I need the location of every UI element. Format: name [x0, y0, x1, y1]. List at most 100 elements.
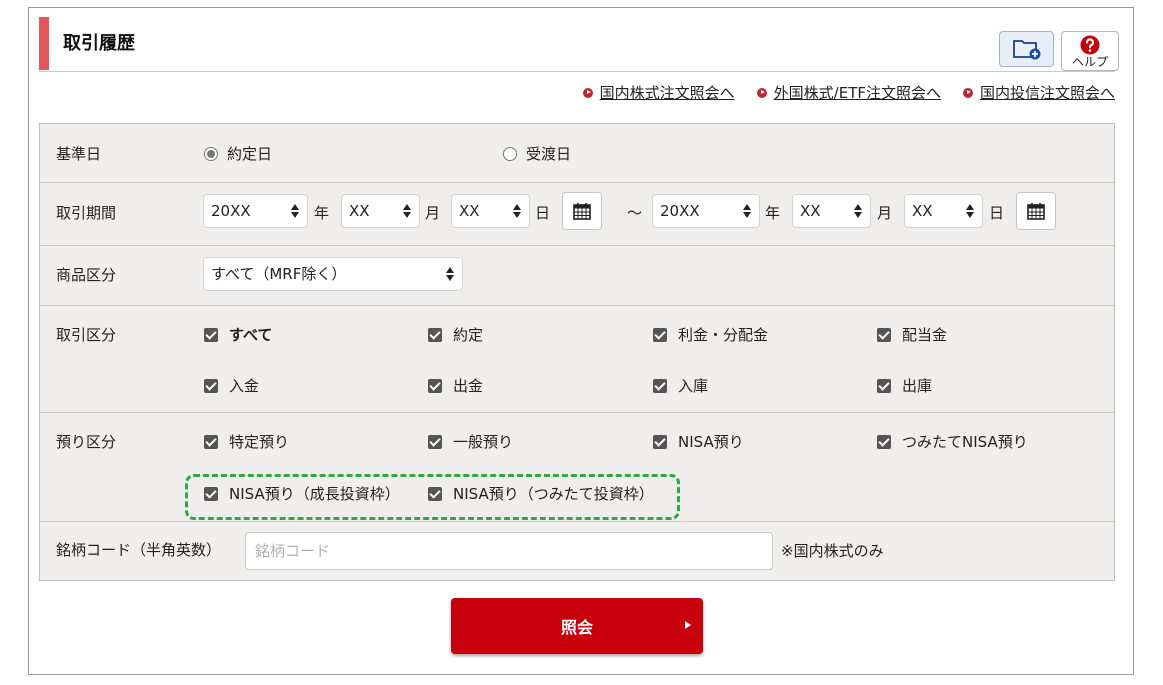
to-year-select[interactable]: 20XX — [652, 194, 760, 228]
checkbox-checked[interactable] — [204, 434, 218, 449]
link-label: 外国株式/ETF注文照会へ — [773, 84, 941, 102]
to-day-select[interactable]: XX — [904, 194, 983, 228]
submit-label: 照会 — [560, 618, 593, 637]
play-arrow-icon — [685, 621, 691, 629]
row-trade-type: 取引区分 すべて 約定 利金・分配金 配当金 入金 出金 入庫 出庫 — [40, 305, 1114, 413]
year-unit: 年 — [314, 204, 330, 222]
page-title: 取引履歴 — [63, 33, 135, 54]
checkbox-checked[interactable] — [428, 378, 442, 393]
select-arrows-icon — [513, 203, 522, 219]
check-deposit-general[interactable]: 一般預り — [428, 431, 513, 452]
radio-trade-date[interactable]: 約定日 — [204, 143, 272, 164]
select-value: すべて（MRF除く） — [211, 265, 347, 283]
select-arrows-icon — [403, 203, 412, 219]
select-arrows-icon — [446, 266, 455, 282]
day-unit: 日 — [989, 204, 1005, 222]
radio-label: 受渡日 — [526, 145, 572, 163]
row-period: 取引期間 20XX 年 XX 月 XX 日 ～ 20XX 年 XX 月 XX 日 — [40, 182, 1114, 246]
add-folder-button[interactable] — [999, 31, 1054, 67]
checkbox-label: 配当金 — [902, 326, 948, 344]
check-trade-withdrawal[interactable]: 出金 — [428, 375, 483, 396]
from-month-select[interactable]: XX — [341, 194, 420, 228]
check-trade-deposit[interactable]: 入金 — [204, 375, 259, 396]
check-trade-all[interactable]: すべて — [204, 324, 272, 345]
checkbox-checked[interactable] — [204, 327, 218, 342]
day-unit: 日 — [535, 204, 551, 222]
code-label: 銘柄コード（半角英数） — [56, 541, 222, 559]
check-trade-interest[interactable]: 利金・分配金 — [653, 324, 768, 345]
checkbox-checked[interactable] — [877, 327, 891, 342]
title-bar: 取引履歴 ヘルプ — [39, 17, 1119, 72]
from-calendar-button[interactable] — [562, 192, 602, 230]
select-arrows-icon — [743, 203, 752, 219]
link-label: 国内株式注文照会へ — [599, 84, 735, 102]
radio-label: 約定日 — [227, 145, 273, 163]
check-trade-inbound[interactable]: 入庫 — [653, 375, 708, 396]
row-code: 銘柄コード（半角英数） ※国内株式のみ — [40, 521, 1114, 580]
radio-settlement-date[interactable]: 受渡日 — [503, 143, 571, 164]
check-deposit-specific[interactable]: 特定預り — [204, 431, 289, 452]
select-value: 20XX — [660, 202, 700, 220]
checkbox-label: 特定預り — [229, 433, 290, 451]
inquiry-submit-button[interactable]: 照会 — [451, 598, 703, 654]
help-button[interactable]: ヘルプ — [1061, 31, 1119, 71]
period-separator: ～ — [627, 204, 643, 222]
select-value: XX — [912, 202, 933, 220]
checkbox-label: 約定 — [453, 326, 484, 344]
year-unit: 年 — [765, 204, 781, 222]
radio-button[interactable] — [503, 146, 517, 161]
deposit-type-label: 預り区分 — [56, 433, 117, 451]
calendar-icon — [1027, 203, 1045, 220]
checkbox-label: 出庫 — [902, 377, 933, 395]
link-label: 国内投信注文照会へ — [979, 84, 1115, 102]
checkbox-checked[interactable] — [428, 434, 442, 449]
link-foreign-stock-orders[interactable]: 外国株式/ETF注文照会へ — [756, 82, 941, 103]
month-unit: 月 — [425, 204, 441, 222]
check-trade-outbound[interactable]: 出庫 — [877, 375, 932, 396]
select-value: XX — [349, 202, 370, 220]
checkbox-checked[interactable] — [653, 434, 667, 449]
checkbox-label: すべて — [229, 326, 273, 344]
arrow-circle-icon — [582, 87, 593, 98]
checkbox-checked[interactable] — [877, 378, 891, 393]
to-month-select[interactable]: XX — [792, 194, 871, 228]
product-label: 商品区分 — [56, 266, 117, 284]
code-input[interactable] — [245, 532, 773, 570]
checkbox-label: NISA預り — [678, 433, 744, 451]
product-select[interactable]: すべて（MRF除く） — [203, 257, 463, 291]
checkbox-checked[interactable] — [204, 378, 218, 393]
check-deposit-nisa[interactable]: NISA預り — [653, 431, 744, 452]
checkbox-label: 入金 — [229, 377, 260, 395]
check-trade-execution[interactable]: 約定 — [428, 324, 483, 345]
select-arrows-icon — [966, 203, 975, 219]
checkbox-checked[interactable] — [877, 434, 891, 449]
checkbox-checked[interactable] — [428, 327, 442, 342]
check-deposit-tsumitate-nisa[interactable]: つみたてNISA預り — [877, 431, 1028, 452]
to-calendar-button[interactable] — [1016, 192, 1056, 230]
select-value: XX — [459, 202, 480, 220]
calendar-icon — [573, 203, 591, 220]
title-accent-bar — [39, 17, 49, 70]
base-date-label: 基準日 — [56, 145, 102, 163]
checkbox-checked[interactable] — [653, 327, 667, 342]
trade-type-label: 取引区分 — [56, 326, 117, 344]
check-trade-dividend[interactable]: 配当金 — [877, 324, 947, 345]
trade-history-panel: 取引履歴 ヘルプ 国内株式注文照会へ 外国株式/ETF注文照会へ 国内投信注文照… — [28, 7, 1134, 675]
link-domestic-stock-orders[interactable]: 国内株式注文照会へ — [582, 82, 735, 103]
from-day-select[interactable]: XX — [451, 194, 530, 228]
order-inquiry-links: 国内株式注文照会へ 外国株式/ETF注文照会へ 国内投信注文照会へ — [582, 82, 1115, 103]
select-value: 20XX — [211, 202, 251, 220]
link-fund-orders[interactable]: 国内投信注文照会へ — [962, 82, 1115, 103]
row-base-date: 基準日 約定日 受渡日 — [40, 124, 1114, 183]
folder-plus-icon — [1012, 40, 1040, 60]
select-value: XX — [800, 202, 821, 220]
from-year-select[interactable]: 20XX — [203, 194, 308, 228]
question-circle-icon — [1080, 35, 1100, 54]
checkbox-label: つみたてNISA預り — [902, 433, 1028, 451]
month-unit: 月 — [877, 204, 893, 222]
radio-button-selected[interactable] — [204, 146, 218, 161]
code-note: ※国内株式のみ — [781, 542, 884, 560]
select-arrows-icon — [854, 203, 863, 219]
checkbox-checked[interactable] — [653, 378, 667, 393]
arrow-circle-icon — [962, 87, 973, 98]
